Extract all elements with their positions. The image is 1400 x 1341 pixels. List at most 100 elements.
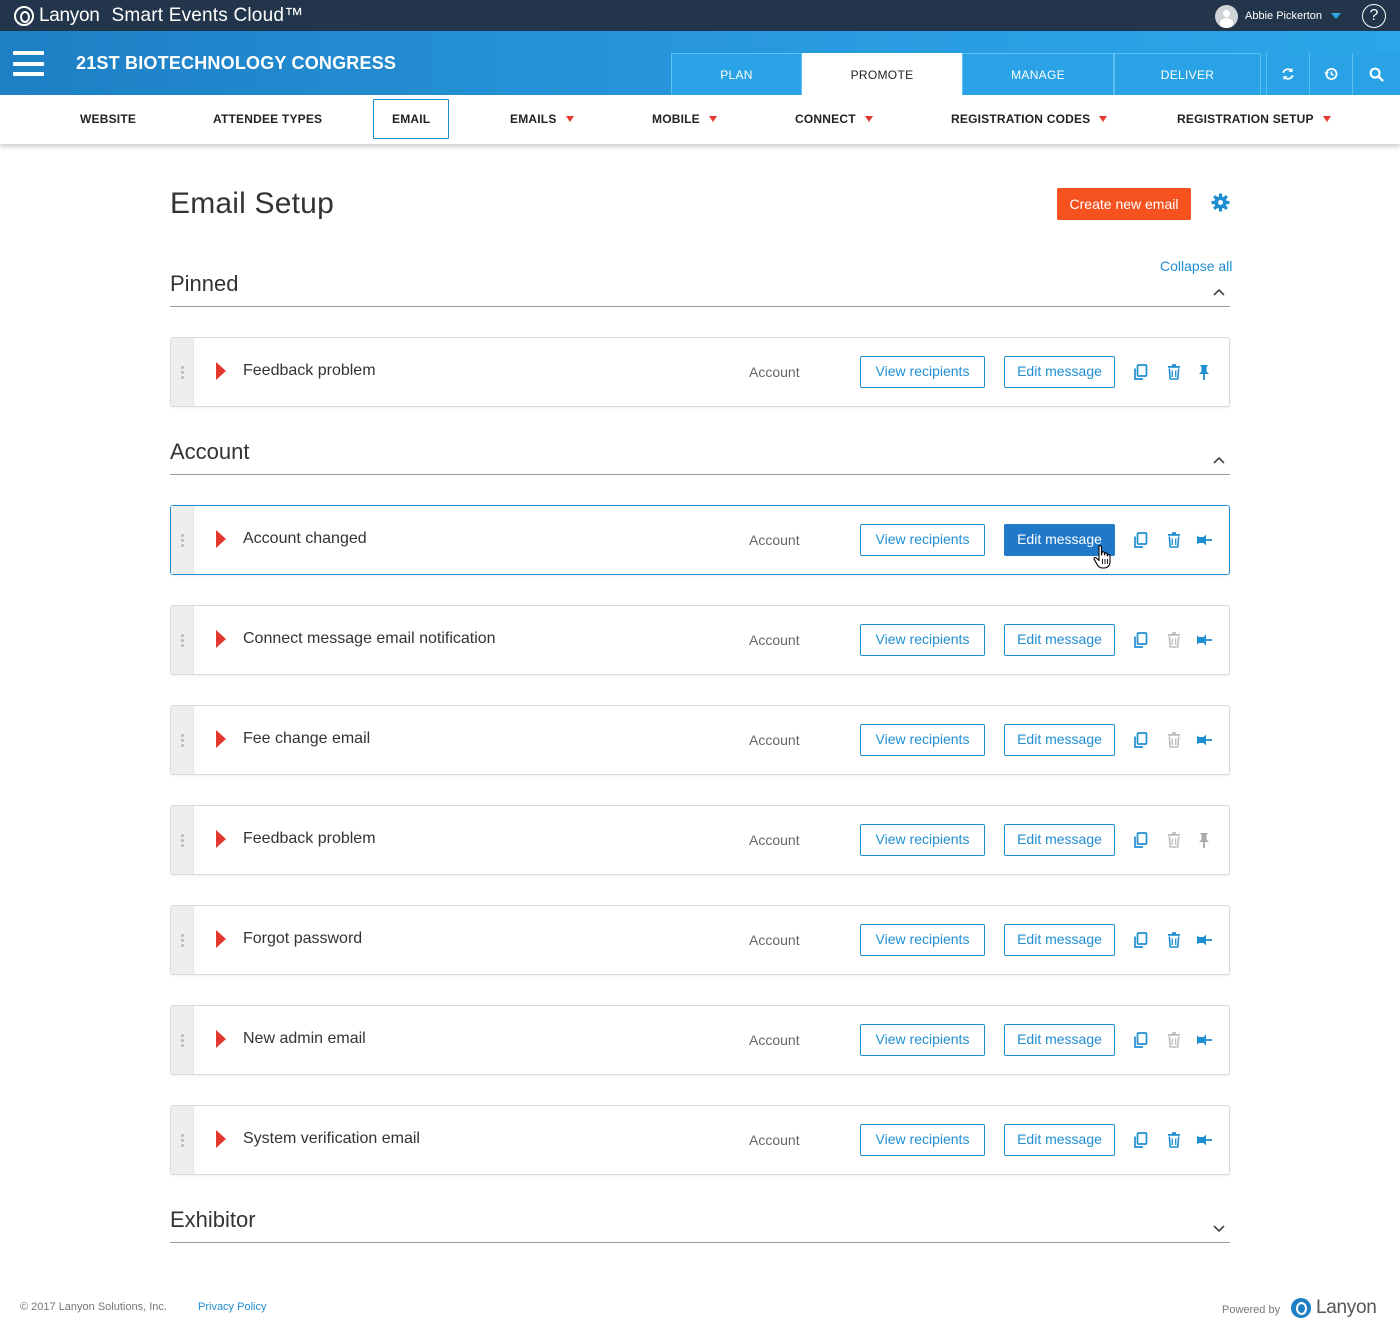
chevron-up-icon[interactable] (1212, 285, 1226, 299)
tab-deliver[interactable]: DELIVER (1114, 53, 1261, 95)
copy-icon[interactable] (1132, 1131, 1150, 1149)
email-row[interactable]: Feedback problem Account View recipients Ed… (170, 805, 1230, 875)
email-name: Feedback problem (243, 830, 376, 847)
expand-arrow-icon[interactable] (216, 362, 226, 380)
copy-icon[interactable] (1132, 531, 1150, 549)
pin-icon[interactable] (1195, 531, 1213, 549)
expand-arrow-icon[interactable] (216, 930, 226, 948)
email-name: System verification email (243, 1130, 420, 1147)
copy-icon[interactable] (1132, 631, 1150, 649)
subnav-registration-setup[interactable]: REGISTRATION SETUP (1177, 95, 1331, 144)
drag-handle-icon[interactable] (171, 506, 194, 574)
email-category: Account (749, 1132, 800, 1148)
expand-arrow-icon[interactable] (216, 630, 226, 648)
search-icon[interactable] (1352, 53, 1400, 95)
hamburger-menu-icon[interactable] (13, 51, 44, 76)
trash-icon[interactable] (1165, 531, 1183, 549)
edit-message-button[interactable]: Edit message (1004, 356, 1115, 388)
avatar-icon (1215, 4, 1238, 28)
gear-icon[interactable] (1211, 193, 1230, 212)
subnav-attendee-types[interactable]: ATTENDEE TYPES (213, 95, 322, 144)
copy-icon[interactable] (1132, 731, 1150, 749)
view-recipients-button[interactable]: View recipients (860, 524, 985, 556)
view-recipients-button[interactable]: View recipients (860, 1124, 985, 1156)
help-icon[interactable]: ? (1362, 4, 1386, 28)
pin-icon[interactable] (1195, 931, 1213, 949)
product-name: Smart Events Cloud™ (111, 5, 304, 26)
copy-icon[interactable] (1132, 363, 1150, 381)
trash-icon[interactable] (1165, 1131, 1183, 1149)
view-recipients-button[interactable]: View recipients (860, 724, 985, 756)
email-name: New admin email (243, 1030, 366, 1047)
edit-message-button[interactable]: Edit message (1004, 924, 1115, 956)
drag-handle-icon[interactable] (171, 706, 194, 774)
view-recipients-button[interactable]: View recipients (860, 356, 985, 388)
tab-promote[interactable]: PROMOTE (802, 53, 962, 95)
pin-icon[interactable] (1195, 1031, 1213, 1049)
email-row[interactable]: Connect message email notification Accoun… (170, 605, 1230, 675)
drag-handle-icon[interactable] (171, 1006, 194, 1074)
view-recipients-button[interactable]: View recipients (860, 924, 985, 956)
footer-logo[interactable]: Lanyon (1291, 1297, 1377, 1319)
tab-manage[interactable]: MANAGE (962, 53, 1114, 95)
drag-handle-icon[interactable] (171, 906, 194, 974)
trash-icon[interactable] (1165, 363, 1183, 381)
section-pinned-header[interactable]: Pinned (170, 271, 1230, 307)
copy-icon[interactable] (1132, 831, 1150, 849)
subnav-registration-codes[interactable]: REGISTRATION CODES (951, 95, 1108, 144)
expand-arrow-icon[interactable] (216, 530, 226, 548)
edit-message-button[interactable]: Edit message (1004, 724, 1115, 756)
chevron-down-icon[interactable] (1212, 1221, 1226, 1235)
email-category: Account (749, 732, 800, 748)
trash-icon[interactable] (1165, 931, 1183, 949)
create-new-email-button[interactable]: Create new email (1057, 188, 1191, 220)
drag-handle-icon[interactable] (171, 1106, 194, 1174)
edit-message-button[interactable]: Edit message (1004, 1024, 1115, 1056)
view-recipients-button[interactable]: View recipients (860, 1024, 985, 1056)
edit-message-button[interactable]: Edit message (1004, 824, 1115, 856)
expand-arrow-icon[interactable] (216, 1130, 226, 1148)
privacy-policy-link[interactable]: Privacy Policy (198, 1301, 266, 1313)
section-account-header[interactable]: Account (170, 439, 1230, 475)
copy-icon[interactable] (1132, 1031, 1150, 1049)
email-row[interactable]: Forgot password Account View recipients Edi… (170, 905, 1230, 975)
caret-down-icon (565, 115, 574, 122)
edit-message-button[interactable]: Edit message (1004, 624, 1115, 656)
subnav-connect[interactable]: CONNECT (795, 95, 873, 144)
expand-arrow-icon[interactable] (216, 730, 226, 748)
edit-message-button[interactable]: Edit message (1004, 1124, 1115, 1156)
subnav-mobile[interactable]: MOBILE (652, 95, 717, 144)
pin-icon[interactable] (1195, 731, 1213, 749)
email-row[interactable]: Fee change email Account View recipients Ed… (170, 705, 1230, 775)
pin-icon[interactable] (1195, 1131, 1213, 1149)
subnav-website[interactable]: WEBSITE (80, 95, 136, 144)
chevron-up-icon[interactable] (1212, 453, 1226, 467)
brand[interactable]: Lanyon Smart Events Cloud™ (14, 5, 303, 27)
email-row[interactable]: Feedback problem Account View recipients Ed… (170, 337, 1230, 407)
drag-handle-icon[interactable] (171, 338, 194, 406)
drag-handle-icon[interactable] (171, 806, 194, 874)
email-row[interactable]: Account changed Account View recipients Edi… (170, 505, 1230, 575)
subnav-email[interactable]: EMAIL (373, 99, 450, 139)
subnav-label: WEBSITE (80, 112, 137, 126)
pin-icon[interactable] (1195, 363, 1213, 381)
pin-icon[interactable] (1195, 631, 1213, 649)
tab-plan[interactable]: PLAN (671, 53, 802, 95)
lanyon-logo-icon (14, 6, 34, 26)
view-recipients-button[interactable]: View recipients (860, 824, 985, 856)
expand-arrow-icon[interactable] (216, 830, 226, 848)
pin-icon[interactable] (1195, 831, 1213, 849)
user-menu[interactable]: Abbie Pickerton (1215, 4, 1342, 28)
expand-arrow-icon[interactable] (216, 1030, 226, 1048)
section-exhibitor-header[interactable]: Exhibitor (170, 1207, 1230, 1243)
view-recipients-button[interactable]: View recipients (860, 624, 985, 656)
drag-handle-icon[interactable] (171, 606, 194, 674)
email-row[interactable]: New admin email Account View recipients Edi… (170, 1005, 1230, 1075)
trash-icon (1165, 631, 1183, 649)
copy-icon[interactable] (1132, 931, 1150, 949)
refresh-icon[interactable] (1266, 53, 1309, 95)
caret-down-icon (864, 115, 873, 122)
email-row[interactable]: System verification email Account View rec… (170, 1105, 1230, 1175)
subnav-emails[interactable]: EMAILS (510, 95, 574, 144)
history-icon[interactable] (1309, 53, 1352, 95)
